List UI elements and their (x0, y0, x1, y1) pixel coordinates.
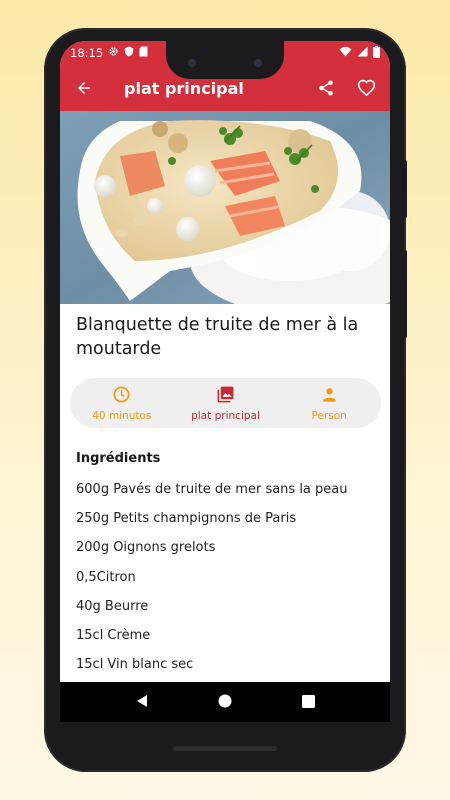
recipe-photo (60, 111, 390, 304)
front-camera (254, 59, 262, 67)
signal-icon (357, 46, 368, 60)
ingredient-item: 15cl Vin blanc sec (76, 657, 194, 673)
share-icon[interactable] (306, 68, 346, 108)
battery-icon (373, 45, 380, 61)
status-time: 18:15 (70, 46, 104, 60)
ingredient-item: 40g Beurre (76, 598, 149, 614)
ingredient-item: 200g Oignons grelots (76, 540, 216, 556)
info-duration-label: 40 minutos (92, 409, 152, 422)
recipe-title: Blanquette de truite de mer à la moutard… (76, 315, 359, 359)
shield-icon (124, 46, 134, 60)
ingredient-item: 600g Pavés de truite de mer sans la peau (76, 482, 348, 497)
phone-speaker (173, 746, 277, 751)
clock-icon (112, 385, 131, 408)
recipe-info-bar: 40 minutos plat principal Person (70, 378, 381, 428)
app-screen: 18:15 plat principal Blanquette de truit… (60, 41, 390, 721)
camera-notch (166, 41, 284, 79)
front-camera (188, 59, 196, 67)
back-triangle-icon[interactable] (135, 693, 149, 712)
ingredient-item: 15cl Crème (76, 627, 151, 643)
power-button (403, 160, 407, 218)
info-category-label: plat principal (191, 409, 260, 422)
info-duration[interactable]: 40 minutos (70, 378, 174, 428)
info-servings-label: Person (311, 409, 347, 422)
home-circle-icon[interactable] (218, 693, 232, 712)
image-icon (216, 385, 235, 408)
volume-button (403, 250, 407, 338)
wifi-icon (339, 46, 352, 60)
ingredients-heading: Ingrédients (76, 451, 161, 466)
page-title: plat principal (124, 78, 244, 98)
info-servings[interactable]: Person (277, 378, 381, 428)
heart-icon[interactable] (346, 68, 386, 108)
info-category[interactable]: plat principal (174, 378, 278, 428)
ingredient-item: 250g Petits champignons de Paris (76, 511, 297, 527)
sd-card-icon (139, 46, 148, 60)
gear-icon (108, 46, 119, 60)
recents-square-icon[interactable] (302, 693, 316, 712)
ingredients-list: 600g Pavés de truite de mer sans la peau… (76, 481, 348, 685)
system-nav-bar (60, 682, 390, 722)
ingredient-item: 0,5Citron (76, 569, 136, 585)
arrow-back-icon[interactable] (64, 68, 104, 108)
person-icon (320, 385, 339, 408)
